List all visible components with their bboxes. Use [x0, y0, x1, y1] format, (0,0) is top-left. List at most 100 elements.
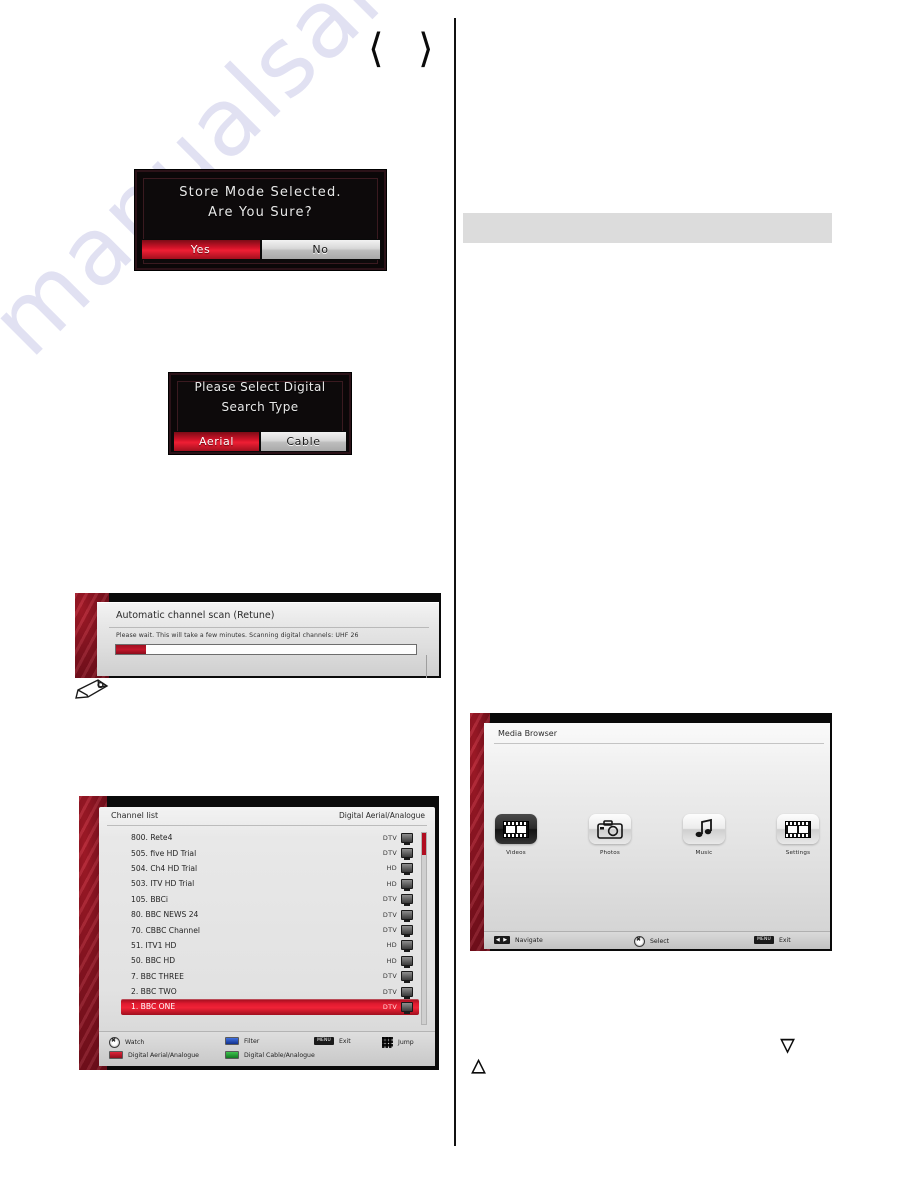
channel-list-scroll-thumb[interactable] — [422, 833, 426, 855]
media-browser-sheet: Media Browser Videos Photos Music Settings … — [484, 723, 830, 949]
store-mode-no-button[interactable]: No — [260, 238, 381, 260]
action-hint-digital-cable-analogue[interactable]: Digital Cable/Analogue — [225, 1051, 315, 1059]
channel-list-header: Channel list Digital Aerial/Analogue — [99, 807, 435, 826]
action-hint-digital-aerial-analogue[interactable]: Digital Aerial/Analogue — [109, 1051, 199, 1059]
channel-type-badge: HD — [386, 956, 397, 965]
channel-list-row[interactable]: 7. BBC THREE DTV — [121, 969, 419, 984]
channel-type-badge: HD — [386, 864, 397, 873]
automatic-channel-scan-panel: Automatic channel scan (Retune) Please w… — [75, 593, 441, 678]
chevron-right-icon[interactable]: ⟩ — [418, 28, 434, 70]
channel-list-row[interactable]: 505. five HD Trial DTV — [121, 845, 419, 861]
scan-status-text: Please wait. This will take a few minute… — [116, 632, 359, 639]
store-mode-dialog-body: Store Mode Selected. Are You Sure? Yes N… — [140, 178, 381, 264]
channel-name: 503. ITV HD Trial — [131, 879, 195, 889]
search-type-aerial-button[interactable]: Aerial — [173, 431, 260, 452]
tv-icon — [401, 955, 413, 968]
channel-name: 51. ITV1 HD — [131, 940, 177, 950]
tv-icon — [401, 971, 413, 984]
media-browser-tile — [777, 814, 819, 844]
channel-list-row[interactable]: 1. BBC ONE DTV — [121, 999, 419, 1015]
channel-type-badge: DTV — [382, 987, 397, 996]
store-mode-message-line2: Are You Sure? — [208, 204, 313, 220]
chevron-up-icon[interactable]: ▵ — [471, 1050, 486, 1080]
channel-name: 2. BBC TWO — [131, 987, 177, 997]
channel-list-row[interactable]: 51. ITV1 HD HD — [121, 938, 419, 953]
channel-list-row[interactable]: 2. BBC TWO DTV — [121, 984, 419, 999]
action-hint-exit[interactable]: MENU Exit — [314, 1037, 351, 1045]
scan-progress-bar — [115, 644, 417, 655]
channel-name: 800. Rete4 — [131, 833, 173, 843]
channel-type-badge: DTV — [382, 910, 397, 919]
scan-panel-divider — [426, 655, 427, 678]
chevron-left-icon[interactable]: ⟨ — [368, 28, 384, 70]
action-hint-jump[interactable]: Jump — [382, 1037, 414, 1048]
channel-list-scrollbar[interactable] — [421, 832, 427, 1025]
channel-list-row[interactable]: 70. CBBC Channel DTV — [121, 922, 419, 938]
ok-button-icon — [109, 1037, 120, 1048]
action-hint-label: Select — [650, 938, 670, 945]
store-mode-yes-button[interactable]: Yes — [140, 238, 261, 260]
channel-list-row[interactable]: 50. BBC HD HD — [121, 953, 419, 968]
media-browser-item-photos[interactable]: Photos — [582, 814, 638, 856]
channel-name: 50. BBC HD — [131, 956, 176, 966]
media-browser-item-label: Videos — [506, 850, 526, 856]
chevron-down-icon[interactable]: ▿ — [780, 1030, 795, 1060]
channel-list-row[interactable]: 800. Rete4 DTV — [121, 830, 419, 845]
action-hint-label: Exit — [339, 1037, 351, 1045]
column-divider — [454, 18, 456, 1146]
channel-list-source-label: Digital Aerial/Analogue — [339, 811, 425, 820]
tv-icon — [401, 925, 413, 938]
channel-list-sheet: Channel list Digital Aerial/Analogue 800… — [99, 807, 435, 1066]
media-browser-item-settings[interactable]: Settings — [770, 814, 826, 856]
action-hint-label: Jump — [398, 1039, 414, 1046]
channel-name: 504. Ch4 HD Trial — [131, 863, 198, 873]
scan-panel-title: Automatic channel scan (Retune) — [116, 610, 275, 621]
action-hint-exit[interactable]: MENU Exit — [754, 936, 791, 944]
action-hint-label: Watch — [125, 1039, 145, 1046]
scan-title-divider — [109, 627, 429, 628]
media-browser-item-music[interactable]: Music — [676, 814, 732, 856]
music-note-icon — [695, 818, 712, 838]
channel-name: 505. five HD Trial — [131, 848, 197, 858]
channel-list-row[interactable]: 504. Ch4 HD Trial HD — [121, 861, 419, 876]
channel-list-row[interactable]: 80. BBC NEWS 24 DTV — [121, 907, 419, 922]
action-hint-watch[interactable]: Watch — [109, 1037, 144, 1048]
tv-icon — [401, 1001, 413, 1014]
media-browser-header: Media Browser — [484, 723, 830, 745]
numpad-icon — [382, 1037, 393, 1048]
channel-list-row[interactable]: 503. ITV HD Trial HD — [121, 876, 419, 891]
pencil-note-icon — [72, 676, 112, 706]
channel-type-badge: HD — [386, 941, 397, 950]
media-browser-item-videos[interactable]: Videos — [488, 814, 544, 856]
tv-icon — [401, 832, 413, 845]
search-type-cable-button[interactable]: Cable — [260, 431, 347, 452]
channel-name: 105. BBCi — [131, 894, 169, 904]
grey-callout-strip — [463, 213, 832, 243]
arrow-keys-icon: ◀ ▶ — [494, 936, 510, 944]
channel-list-row[interactable]: 105. BBCi DTV — [121, 892, 419, 907]
store-mode-buttons: Yes No — [140, 238, 381, 260]
manual-page: manualsarchive.com ⟨ ⟩ Store Mode Select… — [0, 0, 918, 1188]
menu-key-icon: MENU — [754, 936, 774, 944]
channel-name: 70. CBBC Channel — [131, 925, 200, 935]
media-browser-action-bar: ◀ ▶ Navigate Select MENU Exit — [484, 931, 830, 949]
green-key-icon — [225, 1051, 239, 1059]
tv-icon — [401, 848, 413, 861]
menu-key-icon: MENU — [314, 1037, 334, 1045]
action-hint-navigate[interactable]: ◀ ▶ Navigate — [494, 936, 543, 944]
search-type-message: Please Select Digital Search Type — [194, 380, 326, 414]
action-hint-label: Navigate — [515, 936, 543, 944]
top-navigation: ⟨ ⟩ — [360, 28, 450, 70]
scan-progress-fill — [116, 645, 146, 654]
media-browser-panel: Media Browser Videos Photos Music Settings … — [470, 713, 832, 951]
action-hint-label: Digital Cable/Analogue — [244, 1051, 315, 1059]
channel-type-badge: DTV — [382, 1002, 397, 1011]
media-browser-tile — [495, 814, 537, 844]
tv-icon — [401, 878, 413, 891]
action-hint-filter[interactable]: Filter — [225, 1037, 259, 1045]
tv-icon — [401, 940, 413, 953]
channel-type-badge: DTV — [382, 895, 397, 904]
action-hint-select[interactable]: Select — [634, 936, 669, 947]
media-browser-tile — [589, 814, 631, 844]
channel-type-badge: DTV — [382, 972, 397, 981]
